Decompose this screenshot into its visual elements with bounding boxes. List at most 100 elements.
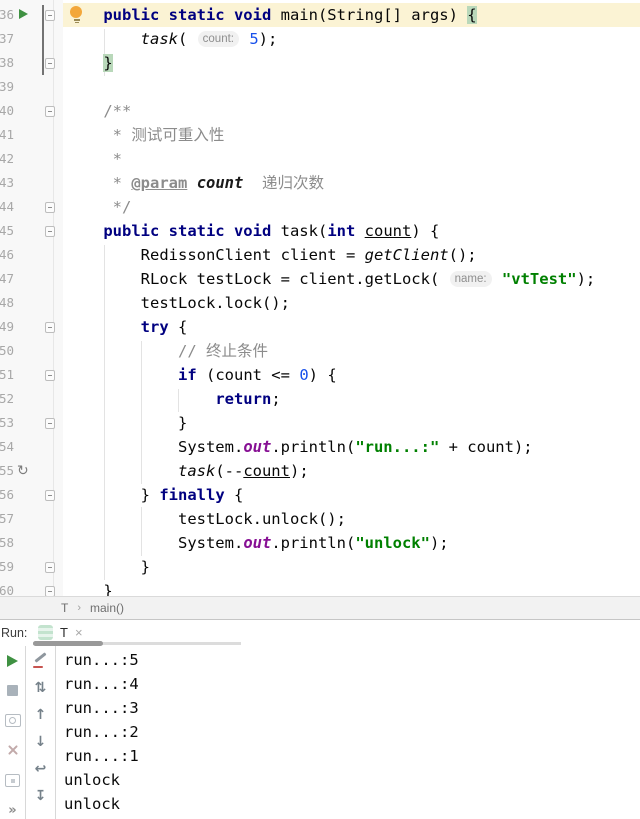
fold-marker-icon[interactable] [44,417,55,429]
line-number[interactable]: 43 [0,171,14,195]
line-number[interactable]: 53 [0,411,14,435]
line-number[interactable]: 41 [0,123,14,147]
line-number[interactable]: 36 [0,3,14,27]
code-text: if (count <= 0) { [63,363,640,387]
code-line: 49 try { [0,315,640,339]
code-token: if [177,366,197,384]
down-stack-trace-icon[interactable]: ↓ [32,733,50,750]
console-line: run...:3 [64,699,139,717]
run-tab[interactable]: T × [38,622,83,643]
line-number[interactable]: 50 [0,339,14,363]
code-editor[interactable]: 36 public static void main(String[] args… [0,0,640,596]
line-number[interactable]: 45 [0,219,14,243]
thread-dump-icon[interactable] [4,712,22,729]
console-line: run...:4 [64,675,139,693]
line-number[interactable]: 44 [0,195,14,219]
code-token: name: [449,271,492,287]
run-arrow-icon[interactable] [19,9,28,19]
code-token: count [243,462,290,480]
code-line: 54 System.out.println("run...:" + count)… [0,435,640,459]
code-text: * [63,147,640,171]
code-token: /** [103,102,132,120]
line-number[interactable]: 49 [0,315,14,339]
gutter-cell [14,243,36,267]
fold-column [36,171,63,195]
code-token: main(String[] args) [280,6,468,24]
line-number[interactable]: 52 [0,387,14,411]
fold-marker-icon[interactable] [44,489,55,501]
line-number[interactable]: 39 [0,75,14,99]
gutter-cell [14,99,36,123]
intention-lightbulb-icon[interactable] [70,6,83,24]
line-number[interactable]: 56 [0,483,14,507]
breadcrumb-item-class[interactable]: T [61,601,68,615]
restore-layout-icon[interactable] [4,772,22,789]
scroll-to-end-icon[interactable]: ↧ [32,787,50,804]
line-number[interactable]: 46 [0,243,14,267]
line-number[interactable]: 40 [0,99,14,123]
fold-marker-icon[interactable] [44,321,55,333]
line-number[interactable]: 60 [0,579,14,596]
fold-marker-icon[interactable] [44,105,55,117]
pin-output-icon[interactable] [32,652,50,669]
line-number[interactable]: 38 [0,51,14,75]
console-output[interactable]: run...:5 run...:4 run...:3 run...:2 run...:1… [56,646,640,819]
stop-icon[interactable] [4,682,22,699]
kill-process-icon[interactable] [4,742,22,759]
fold-column [36,27,63,51]
fold-column [36,75,63,99]
gutter-cell [14,27,36,51]
code-line: 59 } [0,555,640,579]
code-token: ) { [308,366,337,384]
fold-marker-icon[interactable] [44,9,55,21]
code-token: @param [131,174,188,192]
close-icon[interactable]: × [75,625,83,640]
fold-marker-icon[interactable] [44,561,55,573]
fold-marker-icon[interactable] [44,201,55,213]
code-line: 42 * [0,147,640,171]
code-text: } [63,51,640,75]
fold-marker-icon[interactable] [44,585,55,596]
soft-wrap-icon[interactable]: ↩ [32,760,50,777]
code-token: .println( [271,534,356,552]
code-token: // 终止条件 [177,342,268,360]
code-line: 44 */ [0,195,640,219]
breadcrumb-item-method[interactable]: main() [90,601,124,615]
gutter-cell [14,339,36,363]
line-number[interactable]: 55 [0,459,14,483]
code-token: 0 [299,366,309,384]
line-number[interactable]: 57 [0,507,14,531]
gutter-cell [14,363,36,387]
code-line: 50 // 终止条件 [0,339,640,363]
code-text: task(--count); [63,459,640,483]
code-line: 36 public static void main(String[] args… [0,3,640,27]
more-console-actions-icon[interactable]: » [32,814,50,819]
up-stack-trace-icon[interactable]: ↑ [32,706,50,723]
rerun-icon[interactable] [4,652,22,669]
line-number[interactable]: 59 [0,555,14,579]
line-number[interactable]: 58 [0,531,14,555]
line-number[interactable]: 42 [0,147,14,171]
sort-icon[interactable]: ⇅ [32,679,50,696]
console-line: run...:2 [64,723,139,741]
line-number[interactable]: 47 [0,267,14,291]
more-run-actions-icon[interactable]: » [4,802,22,819]
code-token: task [177,462,216,480]
fold-column [36,123,63,147]
scrollbar-thumb[interactable] [33,641,103,646]
line-number[interactable]: 37 [0,27,14,51]
fold-marker-icon[interactable] [44,369,55,381]
fold-marker-icon[interactable] [44,57,55,69]
run-tool-window: Run: T × » ⇅↑↓↩↧» run...:5run...:4run...… [0,619,640,819]
code-text: } [63,411,640,435]
line-number[interactable]: 48 [0,291,14,315]
line-number[interactable]: 54 [0,435,14,459]
line-number[interactable]: 51 [0,363,14,387]
fold-marker-icon[interactable] [44,225,55,237]
